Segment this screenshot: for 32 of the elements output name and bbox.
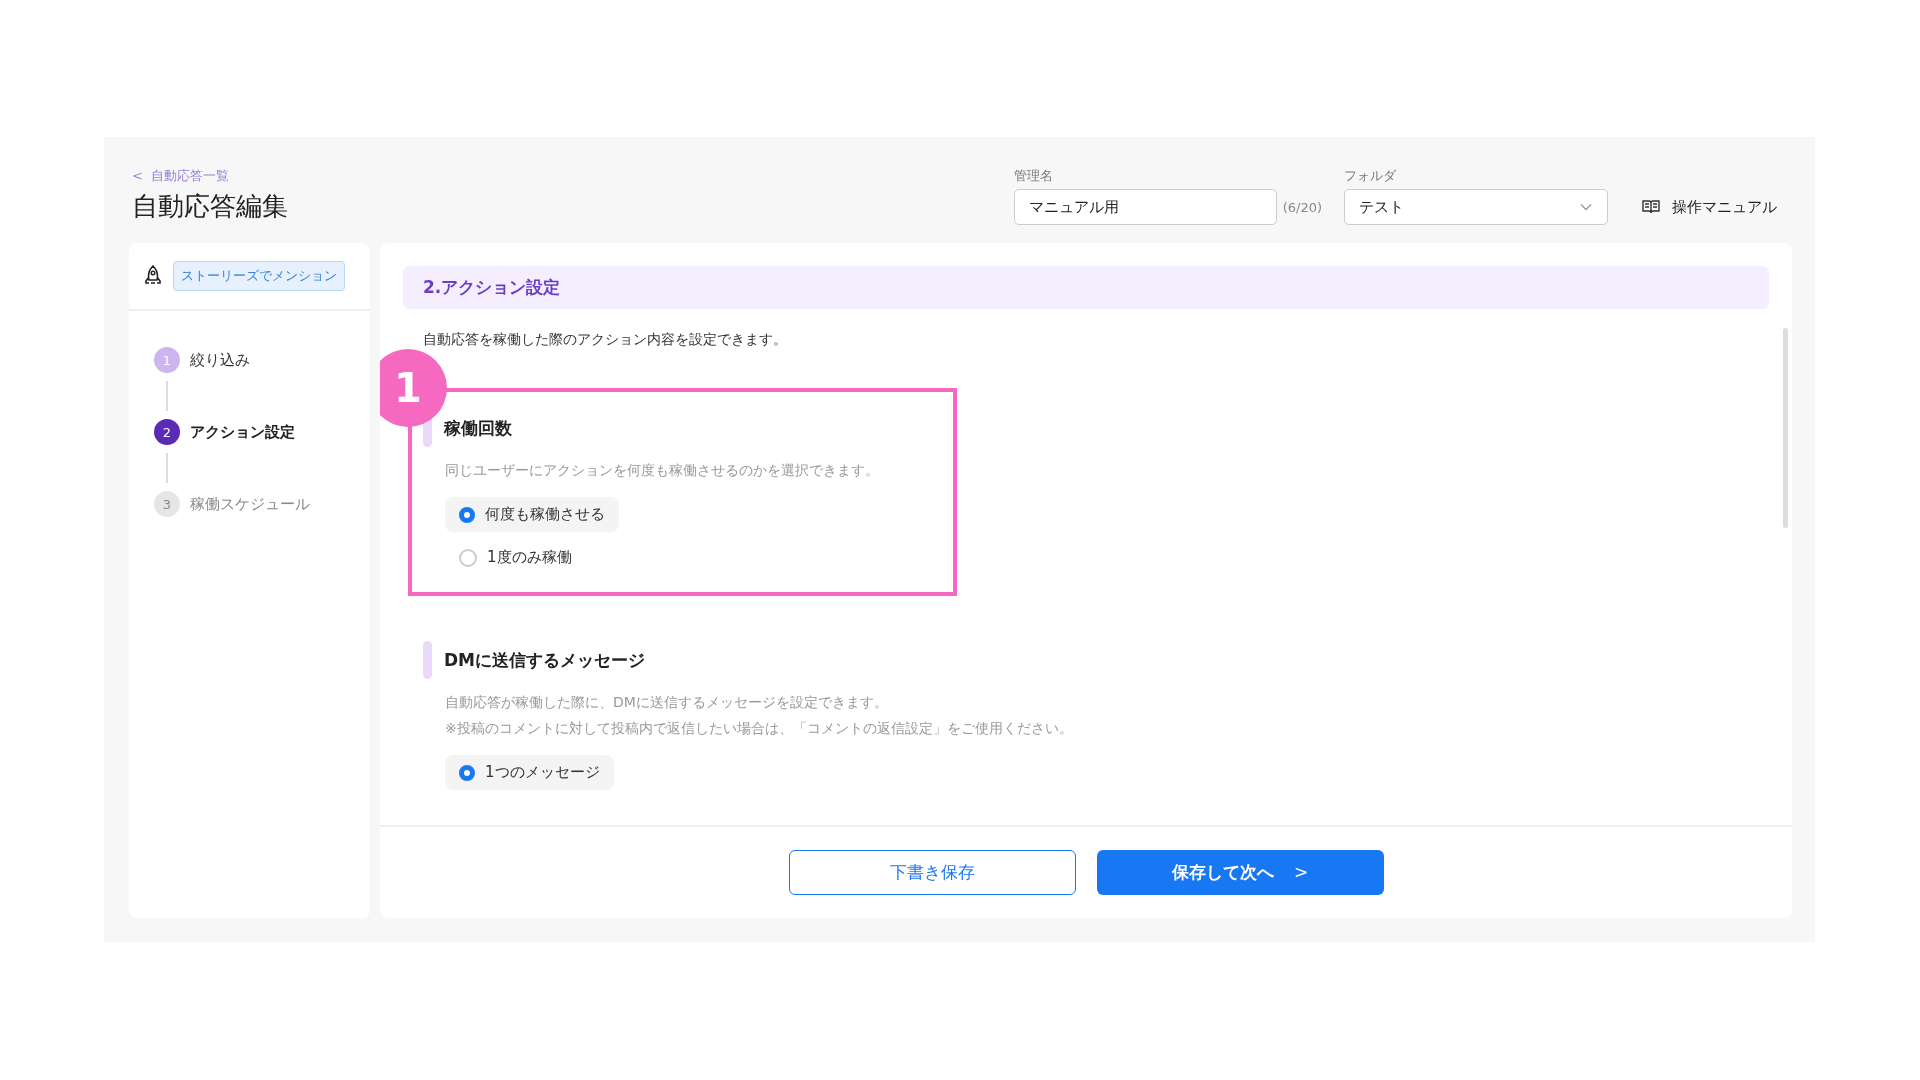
page-title: 自動応答編集 (132, 190, 288, 223)
step-label[interactable]: 絞り込み (190, 350, 250, 370)
group-description: 自動応答が稼働した際に、DMに送信するメッセージを設定できます。 (445, 693, 889, 711)
trigger-tag: ストーリーズでメンション (173, 261, 345, 291)
step-number: 1 (154, 347, 180, 373)
step-number: 2 (154, 419, 180, 445)
step-number: 3 (154, 491, 180, 517)
manual-link[interactable]: 操作マニュアル (1642, 189, 1777, 225)
radio-option[interactable]: 何度も稼働させる (445, 497, 619, 532)
rocket-icon (143, 265, 163, 287)
character-counter: (6/20) (1282, 199, 1322, 215)
radio-button[interactable] (459, 548, 477, 567)
group-description: ※投稿のコメントに対して投稿内で返信したい場合は、「コメントの返信設定」をご使用ください。 (445, 719, 1074, 737)
scrollbar[interactable] (1783, 328, 1788, 528)
step-label[interactable]: 稼働スケジュール (190, 494, 310, 514)
group-description: 同じユーザーにアクションを何度も稼働させるのかを選択できます。 (445, 461, 880, 479)
radio-button[interactable] (459, 506, 475, 523)
folder-select[interactable]: テスト (1344, 189, 1608, 225)
section-header: 2.アクション設定 (403, 266, 1769, 309)
field-label: フォルダ (1344, 167, 1397, 185)
step-label[interactable]: アクション設定 (190, 422, 295, 442)
name-field[interactable]: マニュアル用 (1013, 189, 1277, 225)
save-draft-button[interactable]: 下書き保存 (788, 850, 1076, 895)
save-next-button[interactable]: 保存して次へ > (1096, 850, 1384, 895)
radio-option[interactable]: 1度のみ稼働 (445, 540, 586, 575)
book-icon (1642, 199, 1660, 215)
accent-bar (423, 641, 432, 679)
radio-option[interactable]: 1つのメッセージ (445, 755, 614, 790)
group-title: DMに送信するメッセージ (444, 648, 646, 672)
section-description: 自動応答を稼働した際のアクション内容を設定できます。 (423, 331, 788, 349)
radio-button[interactable] (459, 764, 475, 781)
field-label: 管理名 (1013, 167, 1054, 185)
